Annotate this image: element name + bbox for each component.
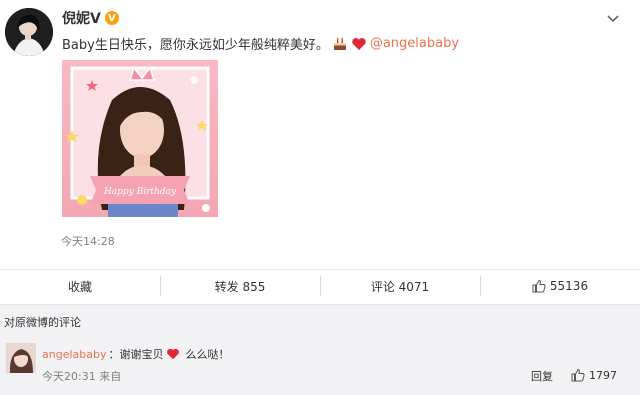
reply-button[interactable]: 回复 <box>531 368 553 384</box>
comment-text-after: 么么哒！ <box>185 348 230 361</box>
comment-text: ：谢谢宝贝 <box>108 348 164 361</box>
favorite-label: 收藏 <box>67 279 92 294</box>
post-image[interactable]: Happy Birthday <box>62 60 218 217</box>
heart-icon <box>351 36 367 52</box>
comments-title: 对原微博的评论 <box>4 316 81 329</box>
chevron-down-icon[interactable] <box>604 10 622 28</box>
comment-item: angelababy ：谢谢宝贝 么么哒！ 今天20:31 来自 回复 1797 <box>0 334 640 395</box>
like-count: 55136 <box>549 279 589 293</box>
commenter-avatar[interactable] <box>6 343 36 373</box>
heart-icon <box>166 347 180 361</box>
post-timestamp[interactable]: 今天14:28 <box>61 233 115 249</box>
post-text: Baby生日快乐，愿你永远如少年般纯粹美好。 @angelababy <box>62 34 459 53</box>
author-avatar[interactable] <box>5 8 53 56</box>
like-button[interactable]: 55136 <box>480 270 640 302</box>
comment-like-button[interactable]: 1797 <box>571 368 617 382</box>
mention-link[interactable]: @angelababy <box>370 36 459 51</box>
verified-badge-icon: V <box>104 11 119 25</box>
comments-header: 对原微博的评论 <box>0 304 640 334</box>
post-body: Baby生日快乐，愿你永远如少年般纯粹美好。 <box>62 38 329 53</box>
action-bar: 收藏 转发 855 评论 4071 55136 <box>0 270 640 302</box>
commenter-name[interactable]: angelababy <box>42 348 106 361</box>
comment-label: 评论 4071 <box>370 279 430 294</box>
comment-meta: 今天20:31 来自 <box>42 370 122 383</box>
comment-line: angelababy ：谢谢宝贝 么么哒！ <box>42 346 229 362</box>
thumbs-up-icon <box>532 279 546 293</box>
comment-button[interactable]: 评论 4071 <box>320 270 480 302</box>
author-row: 倪妮V V <box>62 8 119 28</box>
repost-label: 转发 855 <box>214 279 266 294</box>
comment-like-count: 1797 <box>589 368 617 382</box>
cake-icon <box>332 36 348 52</box>
author-name[interactable]: 倪妮V <box>62 8 101 28</box>
repost-button[interactable]: 转发 855 <box>160 270 320 302</box>
thumbs-up-icon <box>571 368 585 382</box>
photo-caption: Happy Birthday <box>103 187 177 197</box>
favorite-button[interactable]: 收藏 <box>0 270 160 302</box>
